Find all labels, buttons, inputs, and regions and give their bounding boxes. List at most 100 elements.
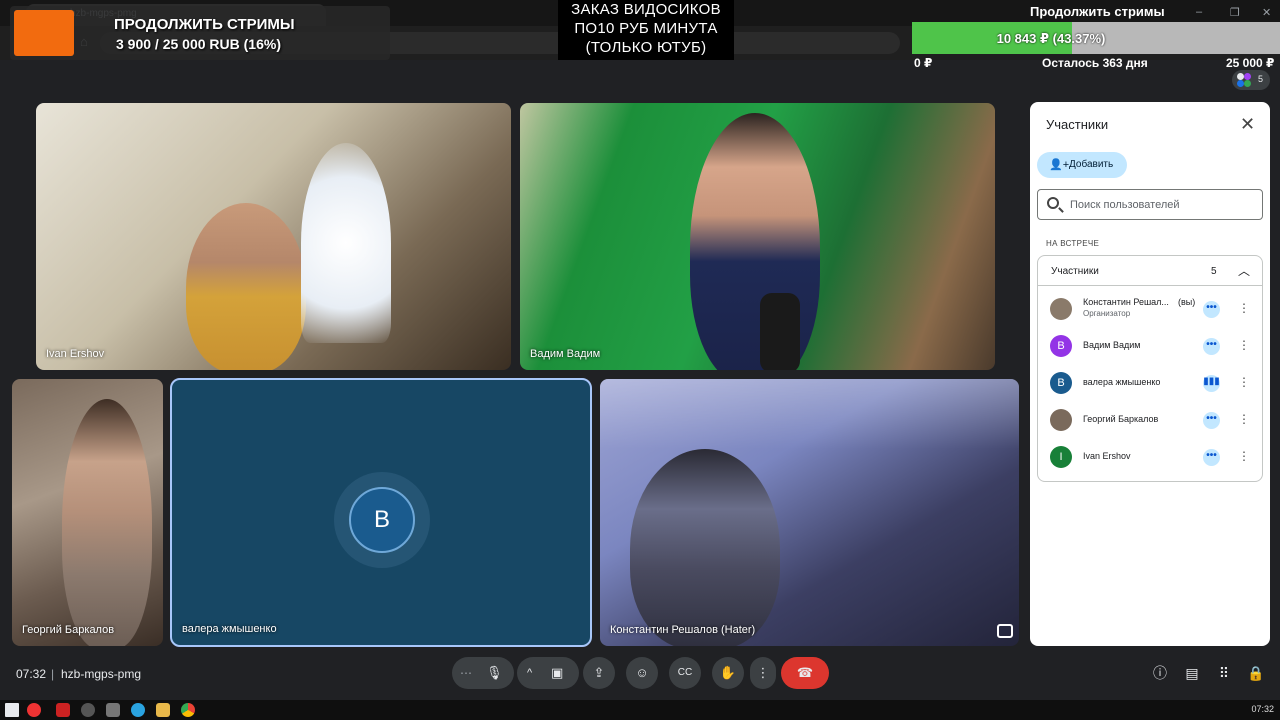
end-call-button[interactable]: ☎ xyxy=(781,657,829,689)
app-icon[interactable] xyxy=(81,703,95,717)
donation-logo xyxy=(14,10,74,56)
participant-row[interactable]: I Ivan Ershov ••• ⋮ xyxy=(1038,439,1262,476)
participant-name: Ivan Ershov xyxy=(1083,451,1131,461)
participant-avatar: В xyxy=(1050,335,1072,357)
tile-name-label: Георгий Баркалов xyxy=(22,624,115,636)
more-options-icon[interactable]: ⋮ xyxy=(1238,412,1250,426)
goal-min-label: 0 ₽ xyxy=(914,56,933,70)
kebab-icon: ⋮ xyxy=(756,665,770,680)
meeting-time: 07:32 xyxy=(16,667,47,681)
tile-name-label: Ivan Ershov xyxy=(46,348,105,360)
chevron-up-icon[interactable]: ^ xyxy=(527,657,532,689)
chevron-up-icon[interactable]: ︿ xyxy=(1238,262,1250,279)
avatar-dot xyxy=(1237,80,1244,87)
avatar-dot xyxy=(1244,73,1251,80)
more-options-icon[interactable]: ⋮ xyxy=(1238,301,1250,315)
system-clock: 07:32 xyxy=(1251,704,1274,714)
audio-level-icon[interactable]: ▮▮▮ xyxy=(1203,375,1220,392)
folder-icon[interactable] xyxy=(156,703,170,717)
add-people-button[interactable]: 👤+ Добавить xyxy=(1037,152,1127,178)
more-options-button[interactable]: ⋮ xyxy=(750,657,776,689)
participant-avatar: В xyxy=(1050,372,1072,394)
raise-hand-button[interactable]: ✋ xyxy=(712,657,744,689)
end-call-icon: ☎ xyxy=(796,665,814,680)
taskbar: 07:32 xyxy=(0,700,1280,720)
goal-remaining-label: Осталось 363 дня xyxy=(1042,56,1148,70)
search-input[interactable] xyxy=(1070,196,1256,214)
camera-icon[interactable]: ▣ xyxy=(551,657,563,689)
participant-avatar: В xyxy=(349,487,415,553)
participant-row[interactable]: Георгий Баркалов ••• ⋮ xyxy=(1038,402,1262,439)
audio-level-icon[interactable]: ••• xyxy=(1203,449,1220,466)
separator: | xyxy=(51,667,55,681)
mic-icon[interactable]: 🎙 xyxy=(486,657,503,689)
video-tile-georgiy[interactable]: Георгий Баркалов xyxy=(12,379,163,646)
participant-avatar xyxy=(1050,409,1072,431)
participant-video xyxy=(630,449,780,646)
participant-avatar: I xyxy=(1050,446,1072,468)
participant-video xyxy=(690,113,820,370)
telegram-icon[interactable] xyxy=(131,703,145,717)
audio-level-icon[interactable]: ••• xyxy=(1203,412,1220,429)
participant-name: Георгий Баркалов xyxy=(1083,414,1159,424)
add-person-icon: 👤+ xyxy=(1049,159,1070,171)
picture-in-picture-icon[interactable] xyxy=(997,624,1013,638)
more-options-icon[interactable]: ⋮ xyxy=(1238,338,1250,352)
participant-name: Вадим Вадим xyxy=(1083,340,1141,350)
goal-title: Продолжить стримы xyxy=(1030,4,1165,19)
audio-level-icon[interactable]: ••• xyxy=(1203,338,1220,355)
chrome-icon[interactable] xyxy=(181,703,195,717)
search-icon xyxy=(1047,197,1059,209)
participant-row[interactable]: В Вадим Вадим ••• ⋮ xyxy=(1038,328,1262,365)
chat-icon[interactable]: ▤ xyxy=(1183,664,1201,682)
participants-list-header[interactable]: Участники 5 ︿ xyxy=(1038,256,1262,286)
meet-window: hzb-mgps-pmg – ❐ ✕ ⌂ ПРОДОЛЖИТЬ СТРИМЫ 3… xyxy=(0,0,1280,720)
banner-line: ПО10 РУБ МИНУТА xyxy=(574,20,718,37)
captions-icon: CC xyxy=(677,667,693,678)
participant-avatars-chip[interactable]: 5 xyxy=(1232,70,1270,90)
emoji-button[interactable]: ☺ xyxy=(626,657,658,689)
captions-button[interactable]: CC xyxy=(669,657,701,689)
participant-row[interactable]: Константин Решал... (вы) Организатор •••… xyxy=(1038,291,1262,328)
participant-row[interactable]: В валера жмышенко ▮▮▮ ⋮ xyxy=(1038,365,1262,402)
minimize-button[interactable]: – xyxy=(1196,6,1202,18)
participant-name: Константин Решал... xyxy=(1083,297,1169,307)
participant-you-tag: (вы) xyxy=(1178,297,1196,307)
start-menu-icon[interactable] xyxy=(5,703,19,717)
video-tile-konstantin[interactable]: Константин Решалов (Hater) xyxy=(600,379,1019,646)
donation-amount: 3 900 / 25 000 RUB (16%) xyxy=(116,36,281,52)
video-tile-ivan[interactable]: Ivan Ershov xyxy=(36,103,511,370)
banner-line: ЗАКАЗ ВИДОСИКОВ xyxy=(571,1,721,18)
app-icon[interactable] xyxy=(56,703,70,717)
video-order-banner: ЗАКАЗ ВИДОСИКОВ ПО10 РУБ МИНУТА (ТОЛЬКО … xyxy=(558,0,734,60)
mic-control-group: ⋯ 🎙 xyxy=(452,657,514,689)
more-options-icon[interactable]: ⋮ xyxy=(1238,375,1250,389)
activities-icon[interactable]: ⠿ xyxy=(1215,664,1233,682)
host-controls-icon[interactable]: 🔒 xyxy=(1247,664,1265,682)
video-tile-valera[interactable]: В валера жмышенко xyxy=(170,378,592,647)
more-options-icon[interactable]: ⋮ xyxy=(1238,449,1250,463)
info-icon[interactable]: ⓘ xyxy=(1151,664,1169,682)
audio-level-icon[interactable]: ••• xyxy=(1203,301,1220,318)
section-label: НА ВСТРЕЧЕ xyxy=(1046,239,1100,248)
search-field[interactable] xyxy=(1037,189,1263,220)
present-button[interactable]: ⇪ xyxy=(583,657,615,689)
participant-video xyxy=(186,203,306,370)
browser-app-icon[interactable] xyxy=(27,703,41,717)
participant-avatar xyxy=(1050,298,1072,320)
close-window-button[interactable]: ✕ xyxy=(1262,6,1271,19)
goal-max-label: 25 000 ₽ xyxy=(1226,56,1275,70)
add-people-label: Добавить xyxy=(1069,159,1114,170)
participants-list: Участники 5 ︿ Константин Решал... (вы) О… xyxy=(1037,255,1263,482)
maximize-button[interactable]: ❐ xyxy=(1230,6,1240,19)
participant-role: Организатор xyxy=(1083,309,1131,318)
app-icon[interactable] xyxy=(106,703,120,717)
donation-title: ПРОДОЛЖИТЬ СТРИМЫ xyxy=(114,16,295,33)
more-options-icon[interactable]: ⋯ xyxy=(460,657,472,689)
meeting-code: hzb-mgps-pmg xyxy=(61,667,142,681)
tile-name-label: Константин Решалов (Hater) xyxy=(610,624,756,636)
emoji-icon: ☺ xyxy=(635,665,649,680)
close-icon[interactable]: ✕ xyxy=(1240,114,1255,135)
present-icon: ⇪ xyxy=(593,665,605,680)
video-tile-vadim[interactable]: Вадим Вадим xyxy=(520,103,995,370)
